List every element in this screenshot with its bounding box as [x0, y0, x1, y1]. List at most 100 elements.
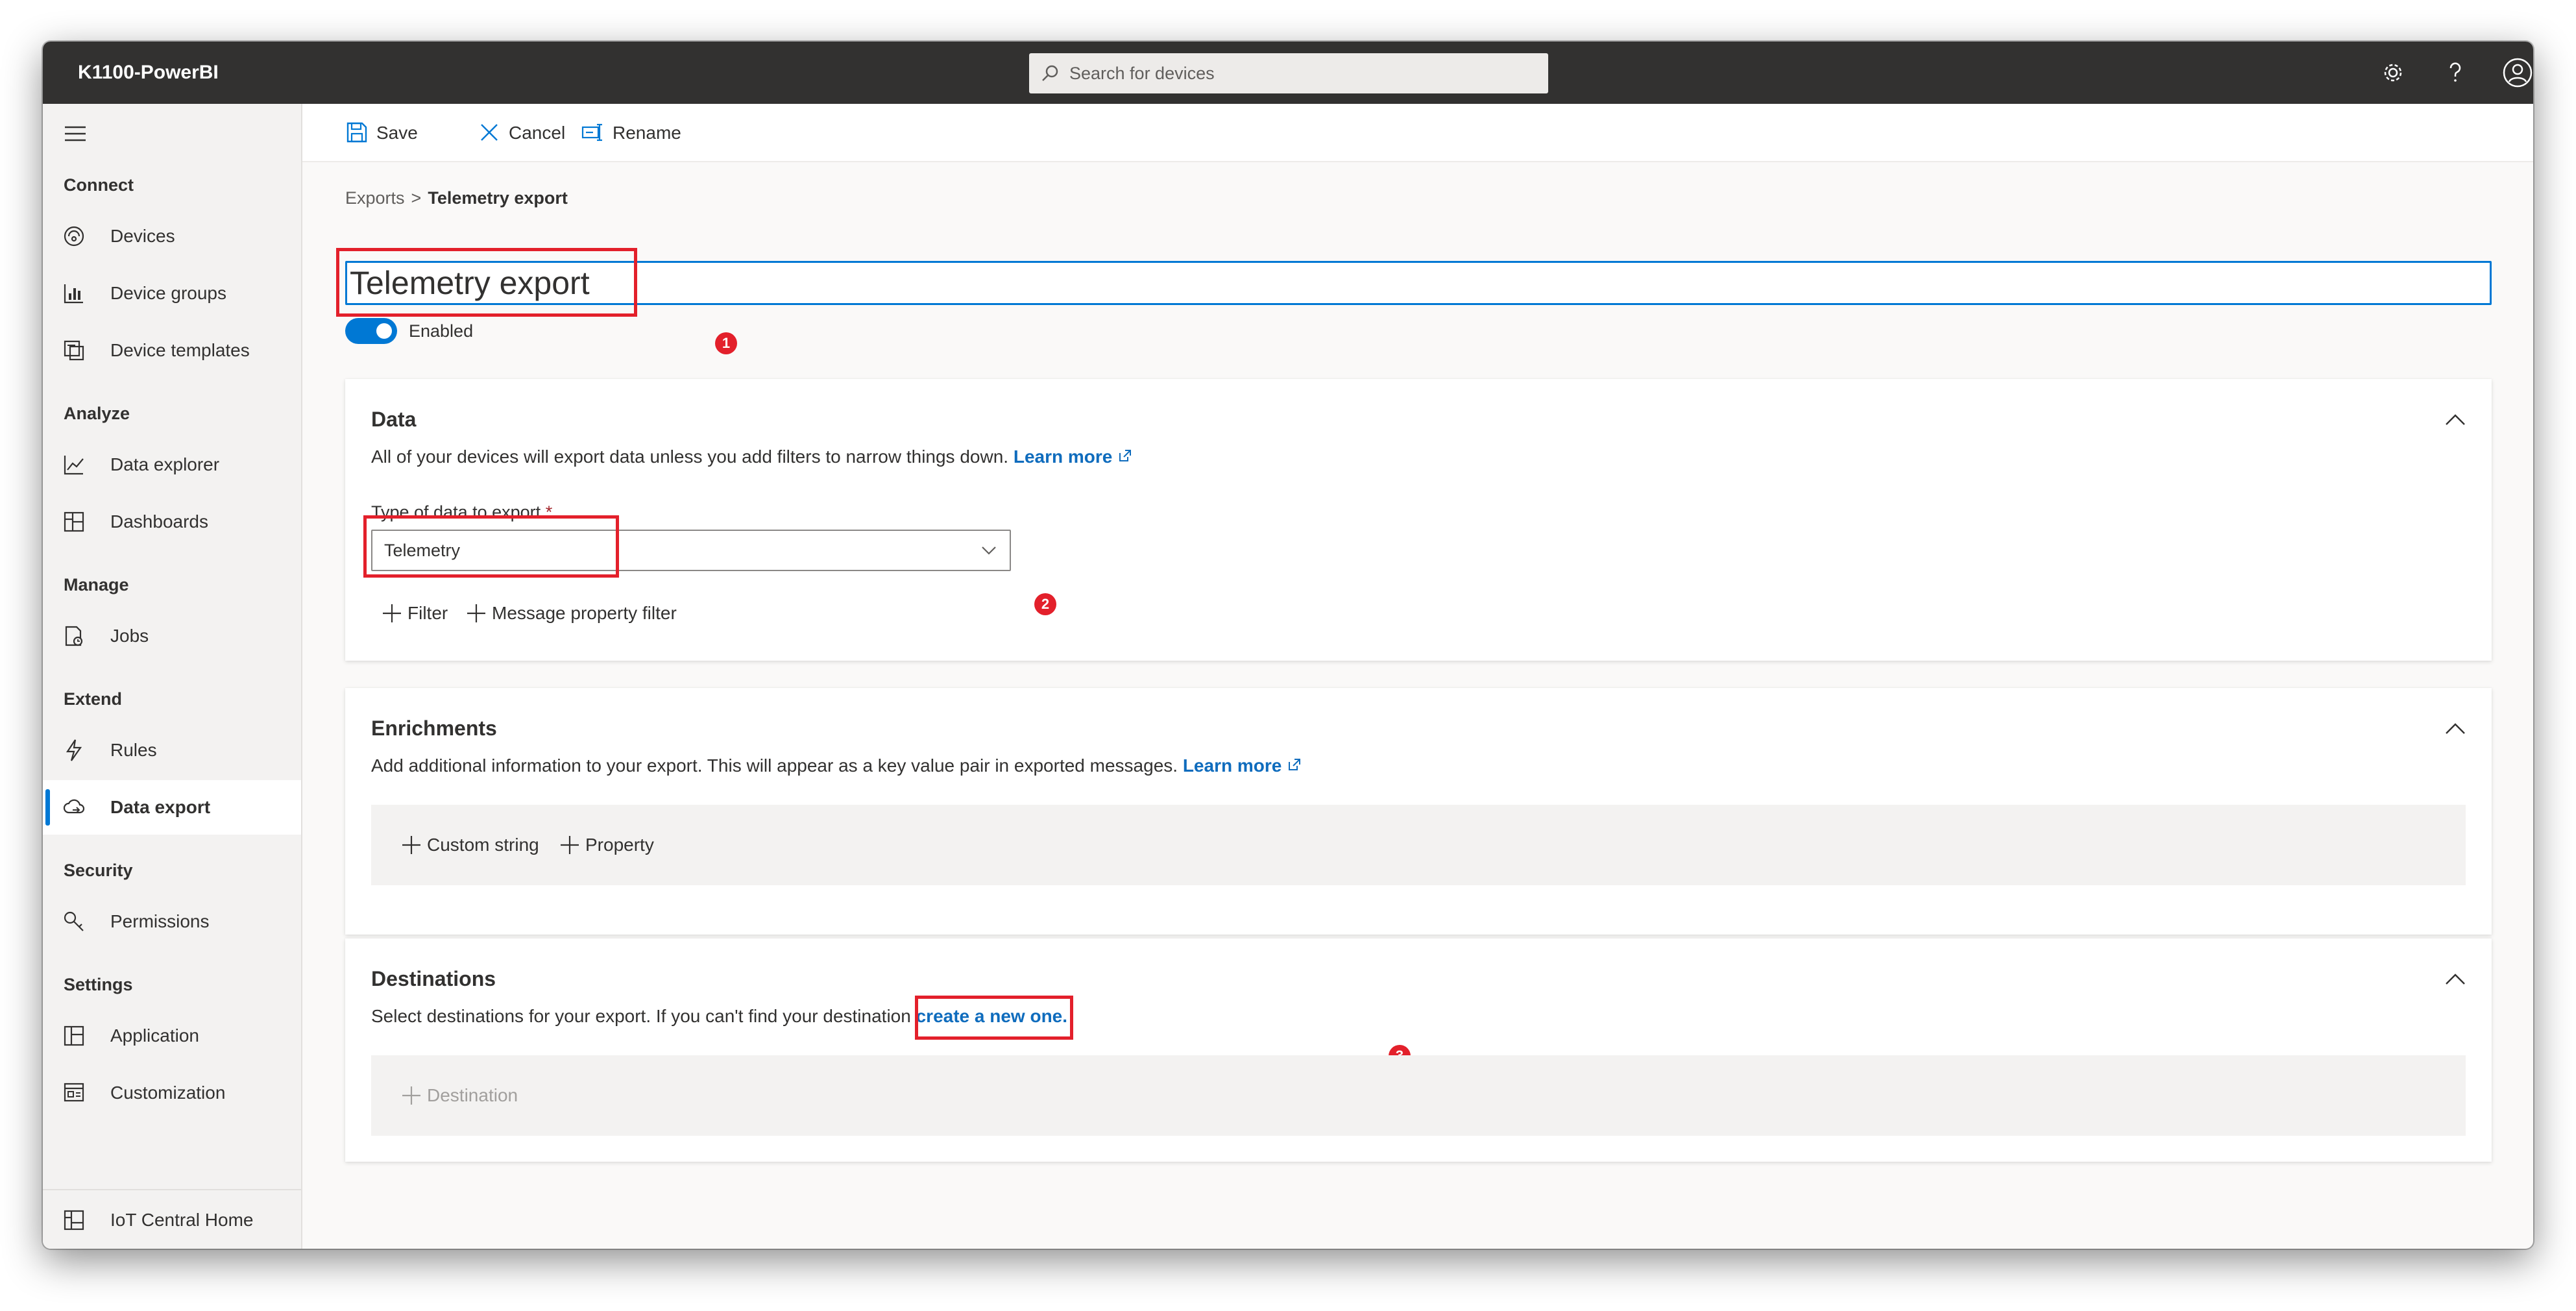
plus-icon — [383, 604, 401, 622]
annotation-box-1 — [336, 248, 637, 317]
account-icon[interactable] — [2502, 57, 2533, 88]
sidebar-item-application[interactable]: Application — [43, 1009, 301, 1063]
customization-icon — [64, 1083, 84, 1102]
application-icon — [64, 1025, 84, 1046]
external-link-icon — [1289, 759, 1301, 770]
device-groups-icon — [64, 284, 83, 304]
rules-icon — [66, 739, 82, 761]
jobs-icon — [65, 626, 83, 646]
enrichments-card: Enrichments Add additional information t… — [345, 688, 2492, 935]
enrichments-card-title: Enrichments — [371, 717, 497, 740]
message-property-filter-label: Message property filter — [492, 603, 677, 623]
filter-label: Filter — [407, 603, 448, 623]
sidebar-item-label: Devices — [110, 226, 175, 246]
breadcrumb-exports-link[interactable]: Exports — [345, 188, 405, 208]
enabled-toggle[interactable] — [345, 318, 397, 344]
sidebar-item-label: Customization — [110, 1083, 226, 1103]
nav-section-analyze: Analyze — [64, 404, 130, 423]
chevron-up-icon[interactable] — [2442, 970, 2468, 989]
plus-icon — [561, 836, 579, 854]
sidebar-item-device-groups[interactable]: Device groups — [43, 266, 301, 321]
sidebar: Connect Devices Device groups Device tem… — [43, 104, 302, 1249]
data-card: Data All of your devices will export dat… — [345, 379, 2492, 661]
command-bar: Save Cancel Rename — [302, 104, 2533, 162]
enrichments-description-text: Add additional information to your expor… — [371, 755, 1178, 776]
enrichments-card-description: Add additional information to your expor… — [371, 755, 1304, 776]
sidebar-bottom: IoT Central Home — [43, 1189, 301, 1249]
annotation-marker-1: 1 — [715, 332, 737, 354]
nav-section-manage: Manage — [64, 575, 129, 594]
sidebar-item-label: Data export — [110, 797, 211, 817]
sidebar-item-label: Device templates — [110, 340, 250, 360]
chevron-up-icon[interactable] — [2442, 410, 2468, 430]
sidebar-item-label: Rules — [110, 740, 157, 760]
sidebar-item-customization[interactable]: Customization — [43, 1066, 301, 1120]
chevron-down-icon — [982, 546, 996, 555]
sidebar-item-dashboards[interactable]: Dashboards — [43, 495, 301, 549]
annotation-marker-2: 2 — [1034, 593, 1056, 615]
key-icon — [64, 911, 84, 931]
plus-icon — [402, 836, 420, 854]
search-icon — [1042, 65, 1058, 81]
app-window: K1100-PowerBI Search for devices Connect… — [43, 42, 2533, 1249]
external-link-icon — [1119, 450, 1132, 461]
breadcrumb-chevron-icon: > — [411, 188, 422, 208]
chevron-up-icon[interactable] — [2442, 719, 2468, 739]
app-title[interactable]: K1100-PowerBI — [78, 42, 219, 104]
sidebar-item-permissions[interactable]: Permissions — [43, 894, 301, 949]
sidebar-item-data-explorer[interactable]: Data explorer — [43, 437, 301, 492]
property-label: Property — [585, 835, 654, 855]
help-icon[interactable] — [2440, 57, 2471, 88]
sidebar-item-label: Application — [110, 1025, 199, 1046]
sidebar-item-jobs[interactable]: Jobs — [43, 609, 301, 663]
destinations-card-title: Destinations — [371, 967, 496, 990]
nav-section-connect: Connect — [64, 175, 134, 195]
sidebar-item-device-templates[interactable]: Device templates — [43, 323, 301, 378]
rename-icon — [581, 123, 602, 141]
annotation-box-2 — [363, 515, 619, 578]
home-grid-icon — [64, 1210, 84, 1231]
learn-more-link[interactable]: Learn more — [1014, 447, 1113, 467]
sidebar-item-label: Permissions — [110, 911, 210, 931]
sidebar-item-label: IoT Central Home — [110, 1210, 254, 1230]
breadcrumb-current: Telemetry export — [428, 188, 568, 208]
nav-section-settings: Settings — [64, 975, 133, 994]
cloud-export-icon — [63, 799, 85, 814]
destinations-well: Destination — [371, 1055, 2466, 1136]
destinations-card: Destinations Select destinations for you… — [345, 938, 2492, 1162]
sidebar-item-rules[interactable]: Rules — [43, 723, 301, 778]
learn-more-link[interactable]: Learn more — [1183, 755, 1282, 776]
devices-icon — [64, 226, 84, 247]
annotation-box-3 — [915, 996, 1073, 1040]
device-templates-icon — [64, 340, 84, 361]
cancel-label: Cancel — [509, 123, 566, 143]
breadcrumb: Exports > Telemetry export — [345, 188, 568, 208]
close-icon — [481, 124, 498, 141]
chart-line-icon — [64, 456, 84, 475]
save-label: Save — [376, 123, 418, 143]
gear-icon[interactable] — [2377, 57, 2409, 88]
sidebar-item-label: Device groups — [110, 283, 226, 303]
sidebar-item-devices[interactable]: Devices — [43, 209, 301, 263]
search-box[interactable]: Search for devices — [1029, 53, 1548, 93]
hamburger-menu-icon[interactable] — [62, 121, 88, 147]
top-bar: K1100-PowerBI Search for devices — [43, 42, 2533, 104]
custom-string-label: Custom string — [427, 835, 539, 855]
data-card-description: All of your devices will export data unl… — [371, 447, 1134, 467]
rename-label: Rename — [613, 123, 681, 143]
export-name-input[interactable] — [345, 261, 2492, 305]
sidebar-item-data-export[interactable]: Data export — [43, 780, 301, 835]
nav-section-security: Security — [64, 861, 133, 880]
sidebar-item-label: Jobs — [110, 626, 149, 646]
plus-icon — [467, 604, 485, 622]
nav-section-extend: Extend — [64, 689, 123, 709]
enrichments-well: Custom string Property — [371, 805, 2466, 885]
destination-label: Destination — [427, 1085, 518, 1105]
sidebar-item-label: Data explorer — [110, 454, 220, 474]
destinations-description-text: Select destinations for your export. If … — [371, 1006, 911, 1026]
plus-icon — [402, 1086, 420, 1105]
sidebar-item-iot-central-home[interactable]: IoT Central Home — [43, 1193, 301, 1247]
save-icon — [346, 122, 367, 143]
search-input[interactable]: Search for devices — [1069, 53, 1215, 93]
main-content: Save Cancel Rename Exports > Telemetry exp… — [302, 104, 2533, 1249]
